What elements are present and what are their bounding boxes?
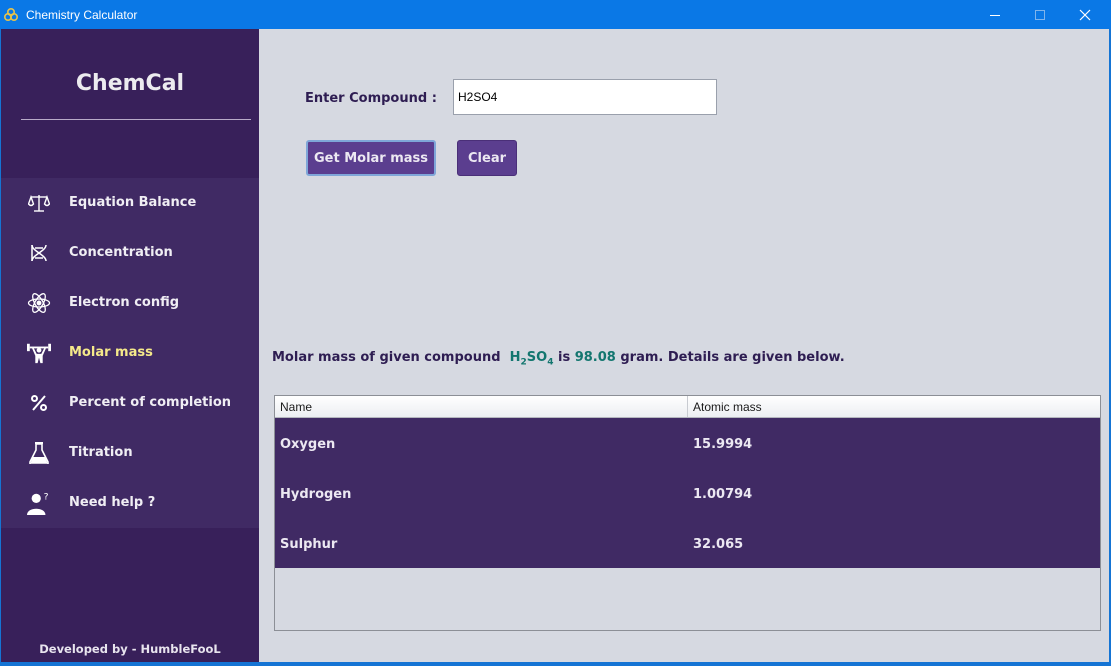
result-suffix: gram. Details are given below. [620, 350, 845, 365]
brand-title: ChemCal [75, 71, 185, 96]
table-row[interactable]: Hydrogen 1.00794 [275, 468, 1100, 518]
sidebar-item-percent-of-completion[interactable]: Percent of completion [1, 378, 259, 428]
table-body: Oxygen 15.9994 Hydrogen 1.00794 Sulphur … [275, 418, 1100, 568]
maximize-button[interactable] [1017, 0, 1063, 29]
flask-icon [27, 441, 51, 465]
balance-scale-icon [27, 191, 51, 215]
sidebar-item-label: Concentration [69, 245, 173, 260]
help-person-icon: ? [27, 491, 51, 515]
cell-name: Oxygen [280, 437, 336, 452]
sidebar-item-molar-mass[interactable]: Molar mass [1, 328, 259, 378]
cell-atomic-mass: 32.065 [693, 537, 744, 552]
compound-input[interactable] [453, 79, 717, 115]
table-row[interactable]: Oxygen 15.9994 [275, 418, 1100, 468]
result-formula: H2SO4 [509, 350, 554, 368]
sidebar-item-label: Equation Balance [69, 195, 197, 210]
compound-label: Enter Compound : [305, 91, 437, 106]
biohazard-icon [3, 7, 19, 23]
cell-name: Sulphur [280, 537, 338, 552]
percent-icon [27, 391, 51, 415]
result-text: Molar mass of given compound H2SO4 is 98… [272, 350, 845, 368]
sidebar-menu: Equation Balance Concentration Electron … [1, 178, 259, 528]
window-title: Chemistry Calculator [26, 8, 138, 22]
sidebar: ChemCal Equation Balance Concentration E… [1, 29, 259, 662]
column-header-name[interactable]: Name [280, 400, 312, 414]
sidebar-item-concentration[interactable]: Concentration [1, 228, 259, 278]
table-header: Name Atomic mass [275, 396, 1100, 418]
sidebar-item-label: Need help ? [69, 495, 156, 510]
cell-atomic-mass: 15.9994 [693, 437, 753, 452]
sidebar-item-titration[interactable]: Titration [1, 428, 259, 478]
sidebar-item-label: Titration [69, 445, 133, 460]
close-icon [1079, 9, 1091, 20]
close-button[interactable] [1062, 0, 1108, 29]
sidebar-item-electron-config[interactable]: Electron config [1, 278, 259, 328]
sidebar-item-equation-balance[interactable]: Equation Balance [1, 178, 259, 228]
column-divider [687, 396, 688, 417]
sidebar-item-label: Molar mass [69, 345, 153, 360]
atom-icon [27, 291, 51, 315]
get-molar-mass-button[interactable]: Get Molar mass [306, 140, 436, 176]
clear-button[interactable]: Clear [457, 140, 517, 176]
result-prefix: Molar mass of given compound [272, 350, 501, 365]
sidebar-item-label: Electron config [69, 295, 180, 310]
main-panel: Enter Compound : Get Molar mass Clear Mo… [259, 29, 1109, 662]
cell-name: Hydrogen [280, 487, 352, 502]
result-mass: 98.08 [574, 350, 616, 365]
sidebar-item-label: Percent of completion [69, 395, 232, 410]
minimize-icon [990, 14, 1000, 16]
maximize-icon [1035, 9, 1045, 20]
app-frame: ChemCal Equation Balance Concentration E… [1, 29, 1109, 662]
table-row[interactable]: Sulphur 32.065 [275, 518, 1100, 568]
atomic-mass-table[interactable]: Name Atomic mass Oxygen 15.9994 Hydrogen… [274, 395, 1101, 631]
weightlifter-icon [27, 341, 51, 365]
svg-text:?: ? [44, 491, 49, 502]
developer-credit: Developed by - HumbleFooL [39, 642, 221, 656]
cell-atomic-mass: 1.00794 [693, 487, 753, 502]
dna-icon [27, 241, 51, 265]
minimize-button[interactable] [972, 0, 1018, 29]
result-is: is [557, 350, 571, 365]
sidebar-item-need-help[interactable]: ? Need help ? [1, 478, 259, 528]
title-bar[interactable]: Chemistry Calculator [0, 0, 1111, 29]
brand-divider [21, 119, 251, 120]
column-header-atomic-mass[interactable]: Atomic mass [693, 400, 762, 414]
